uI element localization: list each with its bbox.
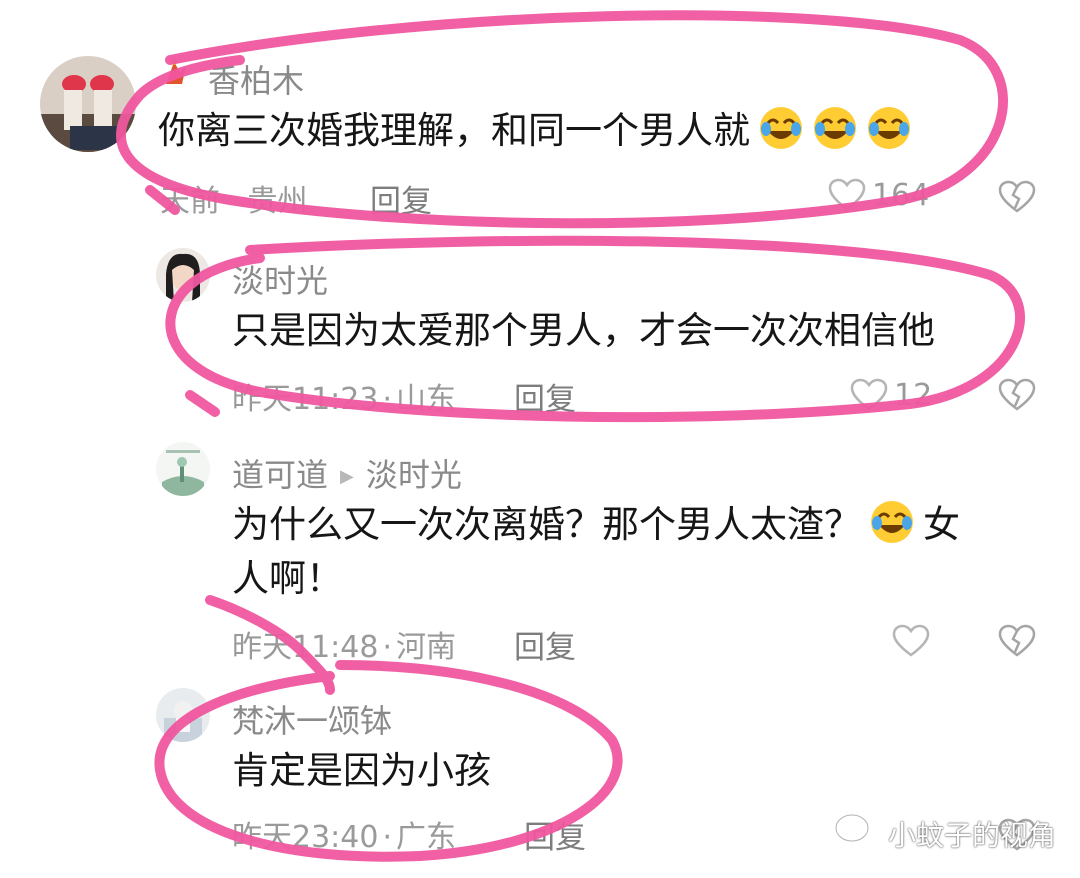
heart-outline-icon[interactable] [892, 624, 930, 662]
comment-time: 昨天23:40 [232, 820, 379, 855]
broken-heart-icon[interactable] [998, 378, 1036, 416]
laughing-crying-emoji-icon [758, 105, 804, 151]
reply-button[interactable]: 回复 [524, 812, 586, 857]
heart-outline-icon[interactable] [850, 378, 888, 416]
reply-button[interactable]: 回复 [514, 374, 576, 419]
comment-time: 天前 [160, 184, 220, 219]
wechat-icon [834, 812, 882, 856]
comment-text: 只是因为太爱那个男人，才会一次次相信他 [232, 309, 935, 352]
comment-location: 贵州 [247, 184, 308, 219]
comment-time: 昨天11:23 [232, 382, 379, 417]
comment-meta: 昨天11:23 · 山东 [232, 382, 457, 417]
comment-username[interactable]: 道可道 [232, 456, 328, 494]
heart-outline-icon[interactable] [828, 178, 866, 216]
laughing-crying-emoji-icon [812, 105, 858, 151]
comment-username-line: 道可道 ▶ 淡时光 [232, 450, 462, 496]
comment-location: 河南 [396, 630, 457, 665]
avatar[interactable] [40, 56, 136, 152]
like-count: 12 [894, 378, 933, 413]
avatar[interactable] [156, 442, 210, 496]
comment-meta: 天前 贵州 [160, 176, 308, 220]
comment-text: 肯定是因为小孩 [232, 749, 491, 792]
laughing-crying-emoji-icon [866, 105, 912, 151]
comment-text: 为什么又一次次离婚？那个男人太渣？ 女 [232, 498, 960, 552]
like-count: 164 [872, 178, 930, 213]
comment-username[interactable]: 淡时光 [232, 256, 328, 302]
avatar[interactable] [156, 688, 210, 742]
comment-text-content: 为什么又一次次离婚？那个男人太渣？ [232, 503, 861, 546]
comment-text-content: 你离三次婚我理解，和同一个男人就 [158, 109, 750, 152]
broken-heart-icon[interactable] [998, 624, 1036, 662]
reply-arrow-icon: ▶ [340, 466, 354, 487]
reply-to-username[interactable]: 淡时光 [366, 456, 462, 494]
user-badge-icon [160, 56, 190, 90]
watermark-text: 小蚊子的视角 [888, 819, 1057, 852]
comment-meta: 昨天11:48 · 河南 [232, 630, 457, 665]
comment-location: 山东 [396, 382, 457, 417]
comment-time: 昨天11:48 [232, 630, 379, 665]
comment-text-tail: 女 [923, 503, 960, 546]
comment-text: 你离三次婚我理解，和同一个男人就 [158, 104, 912, 158]
comment-username[interactable]: 香柏木 [208, 56, 304, 102]
broken-heart-icon[interactable] [998, 180, 1036, 218]
comment-username[interactable]: 梵沐一颂钵 [232, 696, 392, 742]
comment-meta: 昨天23:40 · 广东 [232, 820, 457, 855]
laughing-crying-emoji-icon [869, 499, 915, 545]
avatar[interactable] [156, 248, 210, 302]
comment-text-line2: 人啊！ [232, 557, 343, 600]
reply-button[interactable]: 回复 [370, 176, 432, 221]
comment-location: 广东 [396, 820, 457, 855]
reply-button[interactable]: 回复 [514, 622, 576, 667]
